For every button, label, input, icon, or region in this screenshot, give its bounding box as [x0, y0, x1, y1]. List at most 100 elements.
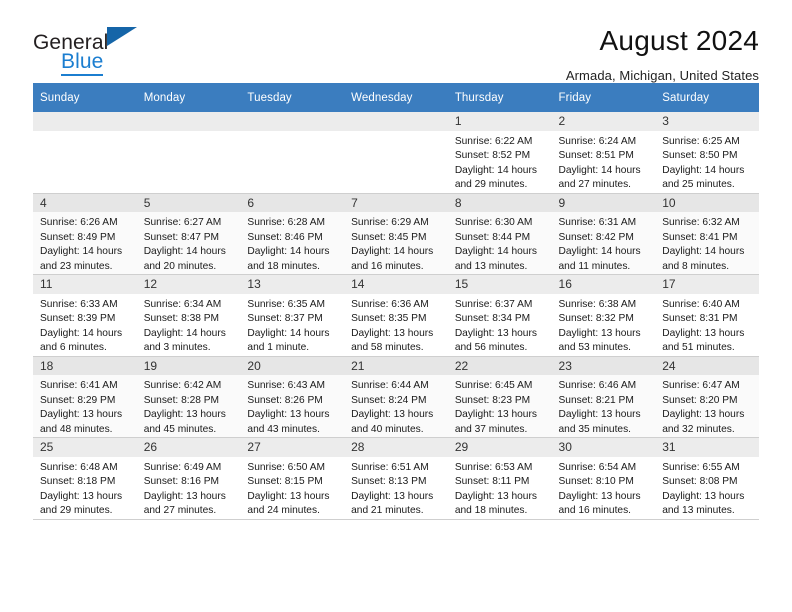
- day-cell-inner: 11 Sunrise: 6:33 AM Sunset: 8:39 PM Dayligh…: [33, 275, 137, 356]
- calendar-day-cell[interactable]: 25 Sunrise: 6:48 AM Sunset: 8:18 PM Dayligh…: [33, 437, 137, 520]
- day-number: 14: [344, 275, 448, 294]
- sunset-text: Sunset: 8:28 PM: [143, 394, 220, 406]
- day-number: 3: [655, 112, 759, 131]
- daylight-text-line1: Daylight: 14 hours: [40, 327, 123, 339]
- calendar-day-cell[interactable]: 4 Sunrise: 6:26 AM Sunset: 8:49 PM Daylight…: [33, 193, 137, 276]
- day-cell-inner: [33, 112, 137, 193]
- day-number: 7: [344, 193, 448, 213]
- calendar-day-cell[interactable]: 23 Sunrise: 6:46 AM Sunset: 8:21 PM Dayligh…: [551, 356, 656, 439]
- day-number: 22: [447, 356, 552, 376]
- day-number: 4: [33, 193, 137, 213]
- calendar-day-cell[interactable]: 10 Sunrise: 6:32 AM Sunset: 8:41 PM Dayligh…: [655, 193, 759, 276]
- daylight-text-line1: Daylight: 13 hours: [454, 409, 537, 421]
- sunset-text: Sunset: 8:32 PM: [558, 313, 634, 325]
- weekday-header-saturday: Saturday: [655, 83, 759, 112]
- daylight-text-line2: and 58 minutes.: [351, 342, 424, 354]
- day-sun-info: Sunrise: 6:31 AM Sunset: 8:42 PM Daylight:…: [552, 212, 656, 274]
- day-cell-inner: 15 Sunrise: 6:37 AM Sunset: 8:34 PM Dayligh…: [447, 275, 552, 356]
- weekday-header-sunday: Sunday: [33, 83, 137, 112]
- day-number: 25: [33, 438, 137, 457]
- calendar-day-cell[interactable]: 11 Sunrise: 6:33 AM Sunset: 8:39 PM Dayligh…: [33, 274, 137, 357]
- day-number: 15: [447, 275, 552, 294]
- calendar-day-cell[interactable]: 12 Sunrise: 6:34 AM Sunset: 8:38 PM Dayligh…: [136, 274, 241, 357]
- day-cell-inner: 27 Sunrise: 6:50 AM Sunset: 8:15 PM Dayligh…: [240, 438, 345, 519]
- day-sun-info: Sunrise: 6:43 AM Sunset: 8:26 PM Daylight:…: [240, 375, 344, 437]
- title-block: August 2024 Armada, Michigan, United Sta…: [565, 25, 759, 83]
- sunrise-text: Sunrise: 6:33 AM: [40, 298, 118, 310]
- page-title: August 2024: [599, 25, 759, 56]
- calendar-day-cell[interactable]: 22 Sunrise: 6:45 AM Sunset: 8:23 PM Dayligh…: [447, 356, 552, 439]
- day-cell-inner: 6 Sunrise: 6:28 AM Sunset: 8:46 PM Daylight…: [240, 193, 345, 275]
- page-subtitle: Armada, Michigan, United States: [565, 67, 759, 83]
- day-number: 13: [240, 275, 345, 294]
- daylight-text-line2: and 40 minutes.: [351, 423, 424, 435]
- calendar-day-cell[interactable]: 7 Sunrise: 6:29 AM Sunset: 8:45 PM Daylight…: [344, 193, 448, 276]
- daylight-text-line2: and 21 minutes.: [351, 505, 424, 517]
- calendar-day-cell[interactable]: 1 Sunrise: 6:22 AM Sunset: 8:52 PM Daylight…: [447, 112, 552, 194]
- day-sun-info: Sunrise: 6:38 AM Sunset: 8:32 PM Daylight:…: [552, 294, 656, 356]
- day-cell-inner: 22 Sunrise: 6:45 AM Sunset: 8:23 PM Dayligh…: [447, 356, 552, 438]
- daylight-text-line1: Daylight: 13 hours: [454, 490, 537, 502]
- calendar-day-cell[interactable]: 16 Sunrise: 6:38 AM Sunset: 8:32 PM Dayligh…: [551, 274, 656, 357]
- daylight-text-line1: Daylight: 14 hours: [247, 246, 330, 258]
- day-cell-inner: 28 Sunrise: 6:51 AM Sunset: 8:13 PM Dayligh…: [344, 438, 448, 519]
- calendar-day-cell[interactable]: 28 Sunrise: 6:51 AM Sunset: 8:13 PM Dayligh…: [344, 437, 448, 520]
- sunrise-text: Sunrise: 6:25 AM: [662, 135, 740, 147]
- daylight-text-line2: and 43 minutes.: [247, 423, 320, 435]
- day-cell-inner: 29 Sunrise: 6:53 AM Sunset: 8:11 PM Dayligh…: [447, 438, 552, 519]
- calendar-week-row: 25 Sunrise: 6:48 AM Sunset: 8:18 PM Dayligh…: [33, 437, 759, 520]
- calendar-day-cell[interactable]: 21 Sunrise: 6:44 AM Sunset: 8:24 PM Dayligh…: [344, 356, 448, 439]
- calendar-day-cell[interactable]: 2 Sunrise: 6:24 AM Sunset: 8:51 PM Daylight…: [551, 112, 656, 194]
- calendar-cell-empty: [33, 112, 137, 194]
- daylight-text-line2: and 25 minutes.: [662, 179, 735, 191]
- calendar-day-cell[interactable]: 6 Sunrise: 6:28 AM Sunset: 8:46 PM Daylight…: [240, 193, 345, 276]
- calendar-day-cell[interactable]: 20 Sunrise: 6:43 AM Sunset: 8:26 PM Dayligh…: [240, 356, 345, 439]
- calendar-day-cell[interactable]: 17 Sunrise: 6:40 AM Sunset: 8:31 PM Dayligh…: [655, 274, 759, 357]
- day-number: 16: [551, 275, 656, 294]
- day-cell-inner: 3 Sunrise: 6:25 AM Sunset: 8:50 PM Daylight…: [655, 112, 759, 193]
- sunset-text: Sunset: 8:24 PM: [351, 394, 427, 406]
- calendar-day-cell[interactable]: 27 Sunrise: 6:50 AM Sunset: 8:15 PM Dayligh…: [240, 437, 345, 520]
- calendar-day-cell[interactable]: 15 Sunrise: 6:37 AM Sunset: 8:34 PM Dayligh…: [447, 274, 552, 357]
- calendar-day-cell[interactable]: 14 Sunrise: 6:36 AM Sunset: 8:35 PM Dayligh…: [344, 274, 448, 357]
- day-cell-inner: 23 Sunrise: 6:46 AM Sunset: 8:21 PM Dayligh…: [551, 356, 656, 438]
- day-number: 8: [447, 193, 552, 213]
- day-number: 10: [655, 193, 759, 213]
- calendar-day-cell[interactable]: 29 Sunrise: 6:53 AM Sunset: 8:11 PM Dayligh…: [447, 437, 552, 520]
- sunrise-text: Sunrise: 6:53 AM: [454, 461, 533, 473]
- day-number: 30: [551, 438, 656, 457]
- day-cell-inner: 14 Sunrise: 6:36 AM Sunset: 8:35 PM Dayligh…: [344, 275, 448, 356]
- calendar-day-cell[interactable]: 8 Sunrise: 6:30 AM Sunset: 8:44 PM Daylight…: [447, 193, 552, 276]
- day-cell-inner: [344, 112, 448, 193]
- calendar-week-row: 11 Sunrise: 6:33 AM Sunset: 8:39 PM Dayligh…: [33, 274, 759, 357]
- calendar-day-cell[interactable]: 30 Sunrise: 6:54 AM Sunset: 8:10 PM Dayligh…: [551, 437, 656, 520]
- day-sun-info: Sunrise: 6:30 AM Sunset: 8:44 PM Daylight:…: [448, 212, 552, 274]
- daylight-text-line1: Daylight: 13 hours: [662, 327, 745, 339]
- day-number: 17: [655, 275, 759, 294]
- calendar-day-cell[interactable]: 31 Sunrise: 6:55 AM Sunset: 8:08 PM Dayligh…: [655, 437, 759, 520]
- daylight-text-line1: Daylight: 13 hours: [558, 327, 641, 339]
- calendar-day-cell[interactable]: 13 Sunrise: 6:35 AM Sunset: 8:37 PM Dayligh…: [240, 274, 345, 357]
- daylight-text-line1: Daylight: 14 hours: [662, 164, 745, 176]
- calendar-day-cell[interactable]: 9 Sunrise: 6:31 AM Sunset: 8:42 PM Daylight…: [551, 193, 656, 276]
- day-cell-inner: 21 Sunrise: 6:44 AM Sunset: 8:24 PM Dayligh…: [344, 356, 448, 438]
- calendar-page: General Blue August 2024 Armada, Michiga…: [0, 0, 792, 612]
- calendar-grid: Sunday Monday Tuesday Wednesday Thursday…: [33, 83, 759, 520]
- calendar-day-cell[interactable]: 3 Sunrise: 6:25 AM Sunset: 8:50 PM Daylight…: [655, 112, 759, 194]
- calendar-day-cell[interactable]: 19 Sunrise: 6:42 AM Sunset: 8:28 PM Dayligh…: [136, 356, 241, 439]
- calendar-day-cell[interactable]: 24 Sunrise: 6:47 AM Sunset: 8:20 PM Dayligh…: [655, 356, 759, 439]
- general-blue-logo[interactable]: General Blue: [33, 26, 153, 76]
- calendar-day-cell[interactable]: 26 Sunrise: 6:49 AM Sunset: 8:16 PM Dayligh…: [136, 437, 241, 520]
- weekday-header-tuesday: Tuesday: [240, 83, 345, 112]
- calendar-day-cell[interactable]: 18 Sunrise: 6:41 AM Sunset: 8:29 PM Dayligh…: [33, 356, 137, 439]
- daylight-text-line1: Daylight: 13 hours: [454, 327, 537, 339]
- page-header: General Blue August 2024 Armada, Michiga…: [33, 0, 759, 83]
- daylight-text-line2: and 53 minutes.: [558, 342, 632, 354]
- day-number: 6: [240, 193, 345, 213]
- sunset-text: Sunset: 8:20 PM: [662, 394, 738, 406]
- day-number: [136, 112, 241, 131]
- day-sun-info: Sunrise: 6:51 AM Sunset: 8:13 PM Daylight:…: [344, 457, 448, 519]
- day-number: 24: [655, 356, 759, 376]
- sunrise-text: Sunrise: 6:38 AM: [558, 298, 637, 310]
- calendar-day-cell[interactable]: 5 Sunrise: 6:27 AM Sunset: 8:47 PM Daylight…: [136, 193, 241, 276]
